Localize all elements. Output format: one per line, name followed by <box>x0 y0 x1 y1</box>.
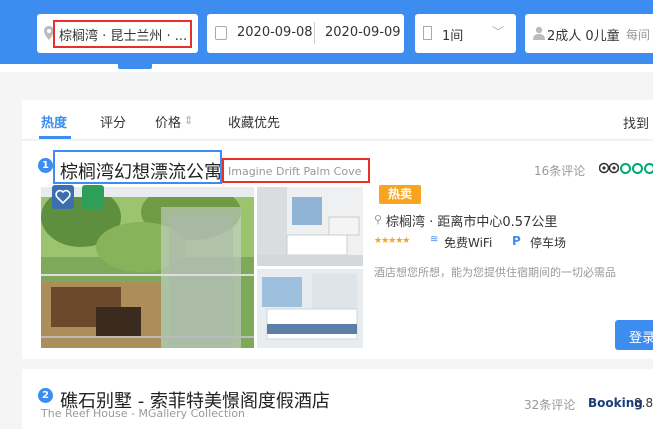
hotel-location[interactable]: 棕榈湾 · 距离市中心0.57公里 <box>386 211 557 230</box>
guest-select[interactable]: 2成人 0儿童 每间 <box>525 14 653 53</box>
checkout-date[interactable]: 2020-09-09 <box>325 25 401 40</box>
filter-active-indicator <box>118 64 152 69</box>
checkin-date[interactable]: 2020-09-08 <box>237 25 313 40</box>
balcony-photo <box>41 187 254 348</box>
results-found-label: 找到 <box>623 117 650 132</box>
calendar-icon <box>215 26 227 40</box>
sort-favorites[interactable]: 收藏优先 <box>228 112 280 131</box>
filter-strip <box>0 64 653 72</box>
bedroom-photo <box>257 269 363 348</box>
hotel-main-photo[interactable] <box>41 187 254 348</box>
sort-rating[interactable]: 评分 <box>100 112 126 131</box>
room-count: 1间 <box>442 29 464 44</box>
sort-active-underline <box>39 136 71 139</box>
highlight-box-destination <box>53 20 192 48</box>
wifi-icon: ≋ <box>430 234 439 245</box>
highlight-box-hotel-name-en <box>222 158 370 183</box>
tripadvisor-owl-icon <box>599 162 619 174</box>
favorite-icon[interactable] <box>52 185 74 209</box>
search-bar: 棕榈湾 · 昆士兰州 · ... 2020-09-08 2020-09-09 1… <box>0 0 653 64</box>
door-icon <box>423 26 432 40</box>
hotel-photo-bedroom[interactable] <box>257 269 363 348</box>
review-count[interactable]: 16条评论 <box>534 162 585 179</box>
sort-arrows-icon: ⇕ <box>184 114 194 127</box>
booking-score: 8.8/ <box>634 396 653 410</box>
hotel-card[interactable]: 2 礁石别墅 - 索菲特美憬阁度假酒店 The Reef House - MGa… <box>22 369 653 429</box>
hotel-description: 酒店想您所想，能为您提供住宿期间的一切必需品 <box>374 266 616 279</box>
hot-sale-badge: 热卖 <box>379 185 421 204</box>
login-button[interactable]: 登录 <box>615 320 653 350</box>
hotel-photo-living-room[interactable] <box>257 187 363 266</box>
rating-dot-icon <box>644 163 653 174</box>
parking-icon: P <box>512 234 521 248</box>
hotel-index-badge: 2 <box>38 388 53 403</box>
amenity-wifi: 免费WiFi <box>444 236 493 250</box>
date-divider <box>314 22 315 44</box>
hotel-card[interactable]: 1 棕榈湾幻想漂流公寓 Imagine Drift Palm Cove 16条评… <box>22 141 653 359</box>
hotel-index-badge: 1 <box>38 158 53 173</box>
guest-count: 2成人 0儿童 <box>547 29 620 44</box>
location-pin-icon: ⚲ <box>374 213 383 226</box>
review-count[interactable]: 32条评论 <box>524 396 575 413</box>
star-rating-icon: ★★★★★ <box>374 236 410 246</box>
photo-gallery-icon[interactable] <box>82 185 104 209</box>
date-range-field[interactable]: 2020-09-08 2020-09-09 <box>207 14 404 53</box>
highlight-box-hotel-name <box>53 150 222 184</box>
room-select[interactable]: 1间 ﹀ <box>415 14 516 53</box>
sort-popularity[interactable]: 热度 <box>41 112 67 131</box>
amenity-parking: 停车场 <box>530 236 567 250</box>
rating-dot-icon <box>620 163 631 174</box>
sort-price[interactable]: 价格 <box>155 112 181 131</box>
sort-bar: 热度 评分 价格 ⇕ 收藏优先 找到 <box>22 100 653 140</box>
person-icon <box>533 26 545 40</box>
living-room-photo <box>257 187 363 266</box>
hotel-name-en: The Reef House - MGallery Collection <box>41 407 246 420</box>
guest-per-room: 每间 <box>626 28 651 42</box>
rating-dot-icon <box>632 163 643 174</box>
chevron-down-icon: ﹀ <box>492 25 505 39</box>
